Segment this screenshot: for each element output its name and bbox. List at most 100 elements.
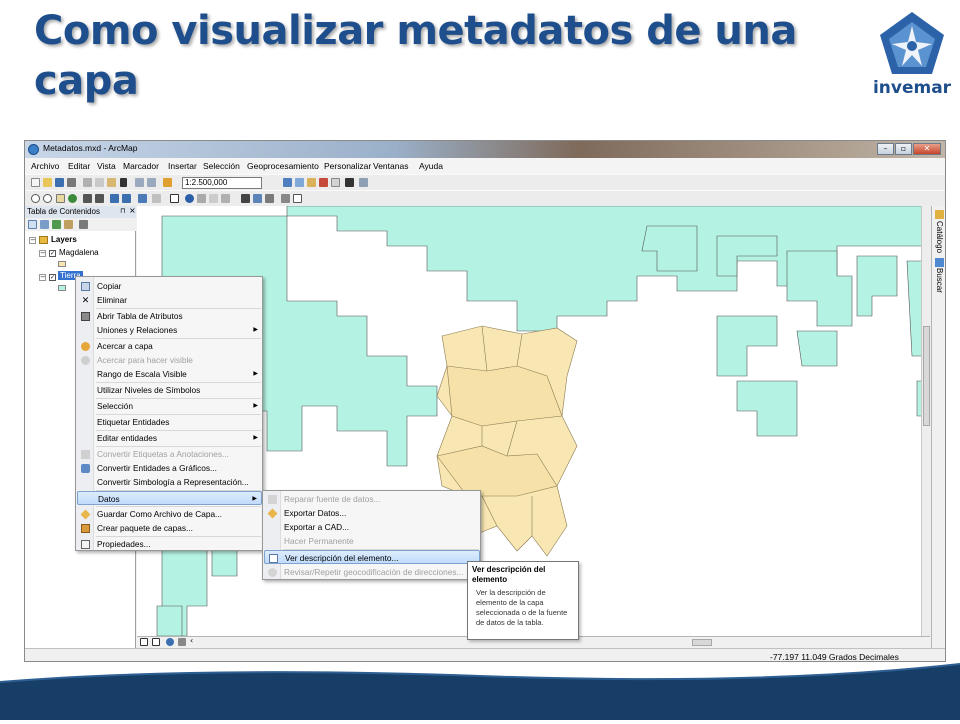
catalog-tab-icon[interactable] [935,210,944,219]
menu-item-copiar[interactable]: Copiar [77,279,262,293]
menu-archivo[interactable]: Archivo [31,161,59,171]
menu-insertar[interactable]: Insertar [168,161,197,171]
maximize-button[interactable]: ▫ [895,143,912,155]
horizontal-scroll-thumb[interactable] [692,639,712,646]
measure-icon[interactable] [221,194,230,203]
back-extent-icon[interactable] [110,194,119,203]
menu-ayuda[interactable]: Ayuda [419,161,443,171]
menu-item-eliminar[interactable]: ✕ Eliminar [77,293,262,307]
submenu-item-hacer-permanente[interactable]: Hacer Permanente [264,534,480,548]
expand-layers-icon[interactable]: − [29,237,36,244]
hyperlink-icon[interactable] [197,194,206,203]
minimize-button[interactable]: – [877,143,894,155]
select-features-icon[interactable] [138,194,147,203]
delete-toolbar-icon[interactable] [120,178,127,187]
menu-item-etiquetar[interactable]: Etiquetar Entidades [77,415,262,429]
open-icon[interactable] [43,178,52,187]
data-view-icon[interactable] [140,638,148,646]
toc-window-icon[interactable] [295,178,304,187]
time-slider-icon[interactable] [281,194,290,203]
menu-item-datos[interactable]: Datos ▶ [77,491,262,505]
pan-icon[interactable] [56,194,65,203]
menu-item-abrir-tabla[interactable]: Abrir Tabla de Atributos [77,309,262,323]
search-tab[interactable]: Buscar [935,268,944,293]
menu-marcador[interactable]: Marcador [123,161,159,171]
catalog-tab[interactable]: Catálogo [935,221,944,253]
menu-item-seleccion[interactable]: Selección ▶ [77,399,262,413]
layout-view-icon[interactable] [152,638,160,646]
scale-input[interactable]: 1:2.500,000 [182,177,262,189]
menu-item-acercar-capa[interactable]: Acercar a capa [77,339,262,353]
new-icon[interactable] [31,178,40,187]
menu-item-rango-escala[interactable]: Rango de Escala Visible ▶ [77,367,262,381]
menu-item-convertir-etiquetas[interactable]: Convertir Etiquetas a Anotaciones... [77,447,262,461]
search-window-icon[interactable] [319,178,328,187]
find-route-icon[interactable] [253,194,262,203]
submenu-item-exportar-cad[interactable]: Exportar a CAD... [264,520,480,534]
identify-icon[interactable] [185,194,194,203]
scroll-thumb[interactable] [923,326,930,426]
python-icon[interactable] [345,178,354,187]
menu-item-uniones[interactable]: Uniones y Relaciones ▶ [77,323,262,337]
toc-options-icon[interactable] [79,220,88,229]
list-by-selection-icon[interactable] [64,220,73,229]
list-by-source-icon[interactable] [40,220,49,229]
model-builder-icon[interactable] [359,178,368,187]
find-icon[interactable] [241,194,250,203]
menu-item-niveles-simbolos[interactable]: Utilizar Niveles de Símbolos [77,383,262,397]
menu-geoprocesamiento[interactable]: Geoprocesamiento [247,161,319,171]
fixed-zoom-in-icon[interactable] [83,194,92,203]
search-tab-icon[interactable] [935,258,944,267]
copy-toolbar-icon[interactable] [95,178,104,187]
zoom-in-icon[interactable] [31,194,40,203]
submenu-item-exportar-datos[interactable]: Exportar Datos... [264,506,480,520]
full-extent-icon[interactable] [68,194,77,203]
refresh-icon[interactable] [166,638,174,646]
menu-ventanas[interactable]: Ventanas [373,161,408,171]
print-icon[interactable] [67,178,76,187]
map-vertical-scrollbar[interactable] [921,206,931,636]
redo-icon[interactable] [147,178,156,187]
list-by-visibility-icon[interactable] [52,220,61,229]
list-by-drawing-order-icon[interactable] [28,220,37,229]
menu-personalizar[interactable]: Personalizar [324,161,371,171]
menu-vista[interactable]: Vista [97,161,116,171]
scroll-left-icon[interactable]: ‹ [190,636,193,645]
layer2-checkbox[interactable]: ✓ [49,274,56,281]
dataframe-layers[interactable]: Layers [51,235,77,244]
toc-close-icon[interactable]: × [129,206,136,215]
menu-item-crear-paquete[interactable]: Crear paquete de capas... [77,521,262,535]
close-button[interactable]: ✕ [913,143,941,155]
paste-icon[interactable] [107,178,116,187]
goto-xy-icon[interactable] [265,194,274,203]
expand-layer2-icon[interactable]: − [39,274,46,281]
pause-icon[interactable] [178,638,186,646]
menu-editar[interactable]: Editar [68,161,90,171]
menu-item-convertir-graficos[interactable]: Convertir Entidades a Gráficos... [77,461,262,475]
menu-item-convertir-simbologia[interactable]: Convertir Simbología a Representación... [77,475,262,489]
html-popup-icon[interactable] [209,194,218,203]
layer-magdalena[interactable]: Magdalena [59,248,99,257]
submenu-item-ver-descripcion[interactable]: Ver descripción del elemento... [264,550,480,564]
forward-extent-icon[interactable] [122,194,131,203]
menu-item-propiedades[interactable]: Propiedades... [77,537,262,551]
cut-icon[interactable] [83,178,92,187]
select-elements-icon[interactable] [170,194,179,203]
zoom-out-icon[interactable] [43,194,52,203]
undo-icon[interactable] [135,178,144,187]
layer1-checkbox[interactable]: ✓ [49,250,56,257]
submenu-item-geocodificacion[interactable]: Revisar/Repetir geocodificación de direc… [264,565,480,579]
expand-layer1-icon[interactable]: − [39,250,46,257]
editor-icon[interactable] [283,178,292,187]
menu-item-editar-entidades[interactable]: Editar entidades ▶ [77,431,262,445]
add-data-icon[interactable] [163,178,172,187]
pin-icon[interactable]: ⊓ [120,207,125,215]
clear-selection-icon[interactable] [152,194,161,203]
menu-item-acercar-visible[interactable]: Acercar para hacer visible [77,353,262,367]
menu-item-guardar-capa[interactable]: Guardar Como Archivo de Capa... [77,507,262,521]
save-icon[interactable] [55,178,64,187]
submenu-item-reparar-fuente[interactable]: Reparar fuente de datos... [264,492,480,506]
viewer-icon[interactable] [293,194,302,203]
fixed-zoom-out-icon[interactable] [95,194,104,203]
menu-seleccion[interactable]: Selección [203,161,240,171]
